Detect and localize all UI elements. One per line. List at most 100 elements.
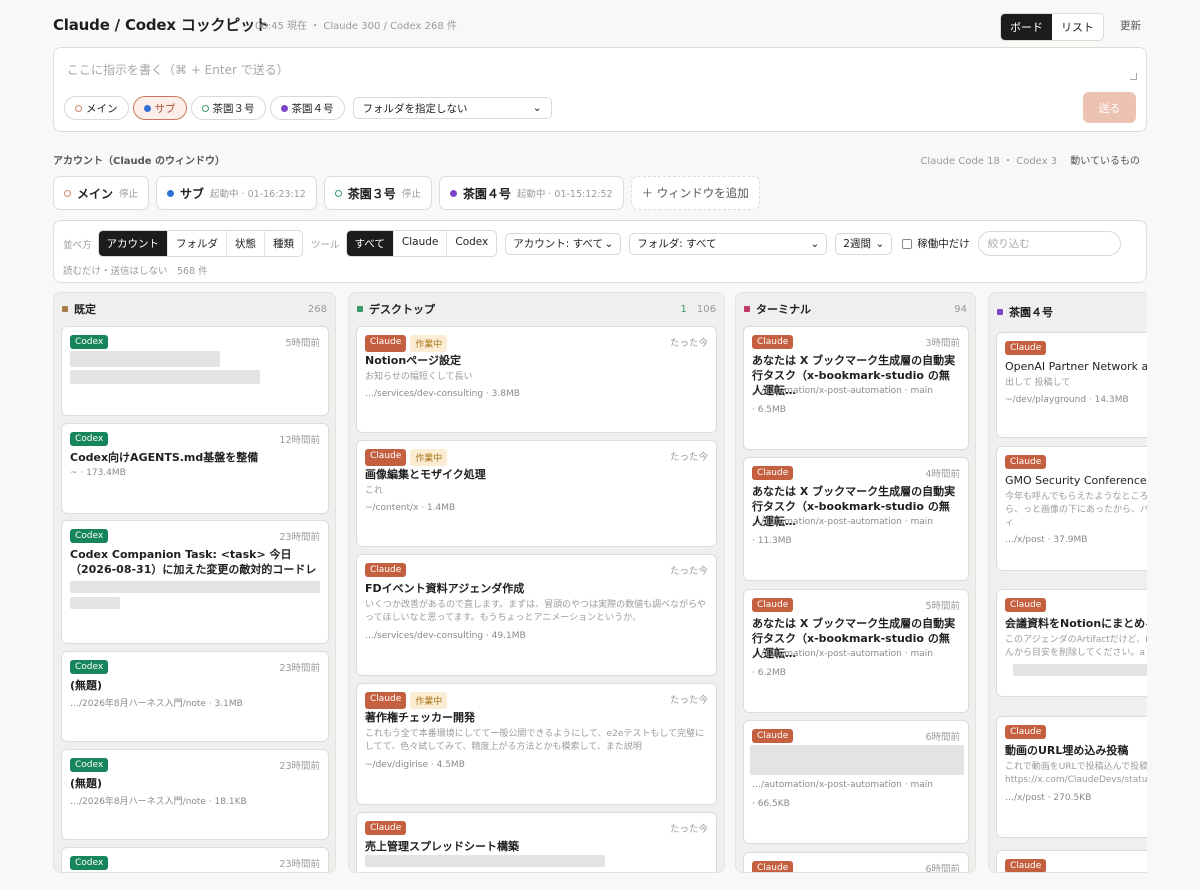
tool-claude[interactable]: Claude (394, 231, 448, 256)
card-meta: ~/dev/digirise · 4.5MB (365, 760, 465, 770)
dot-icon (143, 104, 151, 112)
checkbox-icon (902, 238, 913, 249)
column-count: 94 (954, 304, 967, 315)
session-card[interactable]: Claude 作業中 たった今 著作権チェッカー開発 これもう全て本番環境にしてて… (356, 683, 717, 805)
period-select[interactable]: 2週間 ⌄ (835, 232, 893, 255)
account-filter-select[interactable]: アカウント: すべて ⌄ (505, 232, 622, 255)
tool-label: ツール (311, 239, 340, 251)
board-column: 既定 268 Codex 5時間前 Codex 12時間前 Codex向けAGE… (53, 292, 336, 873)
folder-filter-select[interactable]: フォルダ: すべて ⌄ (629, 232, 828, 255)
accounts-label: アカウント（Claude のウィンドウ） (53, 156, 226, 167)
ring-dot-icon (201, 104, 209, 112)
view-board-button[interactable]: ボード (1001, 14, 1052, 40)
select-value: フォルダ: すべて (637, 238, 717, 250)
folder-select-value: フォルダを指定しない (362, 102, 468, 115)
card-title: 会議資料をNotionにまとめる (1005, 617, 1147, 630)
session-card[interactable]: Claude (996, 850, 1147, 872)
dot-icon (280, 104, 288, 112)
session-card[interactable]: Claude GMO Security Conference 今年も呼んでもらえ… (996, 446, 1147, 571)
session-card[interactable]: Codex 23時間前 (61, 847, 329, 872)
card-desc: 出して 投稿して (1005, 378, 1071, 388)
sort-folder[interactable]: フォルダ (168, 231, 228, 256)
session-card[interactable]: Claude 6時間前 …/automation/x-post-automati… (743, 720, 969, 844)
session-card[interactable]: Claude 4時間前 あなたは X ブックマーク生成層の自動実行タスク（x-b… (743, 457, 969, 581)
column-active-count: 1 (680, 303, 687, 315)
refresh-button[interactable]: 更新 (1120, 18, 1141, 33)
redacted-block (1013, 664, 1147, 676)
tool-codex[interactable]: Codex (447, 231, 496, 256)
session-card[interactable]: Codex 23時間前 Codex Companion Task: <task>… (61, 520, 329, 644)
column-name: 茶園４号 (1009, 306, 1053, 319)
session-card[interactable]: Claude たった今 売上管理スプレッドシート構築 (356, 812, 717, 872)
narrow-input[interactable]: 絞り込む (977, 231, 1121, 256)
session-card[interactable]: Claude 作業中 たった今 画像編集とモザイク処理 これ ~/content/… (356, 440, 717, 547)
column-count: 268 (308, 304, 327, 315)
tool-tag: Codex (70, 660, 109, 674)
tool-tag: Claude (365, 692, 407, 709)
chip-label: 茶園３号 (212, 102, 255, 115)
window-card-main[interactable]: メイン 停止 (53, 176, 150, 210)
window-card-sub[interactable]: サブ 起動中 · 01-16:23:12 (156, 176, 317, 210)
column-name: デスクトップ (369, 303, 435, 316)
card-meta: …/2026年8月ハーネス入門/note · 3.1MB (70, 699, 243, 709)
board-column: 茶園４号 Claude OpenAI Partner Network a 出して… (988, 292, 1147, 873)
sort-kind[interactable]: 種類 (265, 231, 302, 256)
card-size: · 6.2MB (752, 668, 786, 678)
add-window-button[interactable]: ＋ ウィンドウを追加 (630, 176, 760, 210)
folder-select[interactable]: フォルダを指定しない ⌄ (352, 97, 552, 119)
tool-tag: Claude (1005, 598, 1047, 612)
running-only-checkbox[interactable]: 稼働中だけ (902, 236, 970, 251)
session-card[interactable]: Claude 動画のURL埋め込み投稿 これで動画をURLで投稿込んで投稿 ht… (996, 716, 1147, 838)
card-time: 6時間前 (925, 732, 960, 743)
window-card-chaen3[interactable]: 茶園３号 停止 (323, 176, 432, 210)
account-chip-sub[interactable]: サブ (132, 96, 187, 120)
session-card[interactable]: Codex 23時間前 (無題) …/2026年8月ハーネス入門/note · … (61, 749, 329, 840)
session-card[interactable]: Claude OpenAI Partner Network a 出して 投稿して… (996, 332, 1147, 438)
card-time: 12時間前 (279, 435, 320, 446)
tool-all[interactable]: すべて (346, 231, 394, 256)
resize-handle-icon[interactable] (1130, 73, 1137, 80)
busy-badge: 作業中 (410, 449, 448, 466)
session-card[interactable]: Codex 5時間前 (61, 326, 329, 416)
view-list-button[interactable]: リスト (1052, 14, 1103, 40)
filter-bar: 並べ方 アカウント フォルダ 状態 種類 ツール すべて Claude Code… (53, 220, 1147, 283)
accounts-summary: Claude Code 18 ・ Codex 3 動いているもの (920, 152, 1140, 167)
account-chip-chaen4[interactable]: 茶園４号 (269, 96, 345, 120)
active-filter-link[interactable]: 動いているもの (1070, 156, 1140, 167)
card-meta: ~ · 173.4MB (70, 468, 126, 478)
column-header: ターミナル 94 (736, 293, 975, 325)
window-status: 起動中 · 01-15:12:52 (516, 189, 613, 200)
card-meta: …/automation/x-post-automation · main (752, 780, 933, 790)
card-desc: これ (365, 486, 384, 496)
redacted-block (70, 370, 260, 384)
session-card[interactable]: Claude 6時間前 (743, 852, 969, 872)
card-time: 3時間前 (925, 338, 960, 349)
column-header: 茶園４号 (989, 293, 1147, 331)
tool-tag: Claude (752, 466, 794, 480)
redacted-block (750, 745, 964, 775)
column-header: 既定 268 (54, 293, 335, 325)
session-card[interactable]: Codex 12時間前 Codex向けAGENTS.md基盤を整備 ~ · 17… (61, 423, 329, 514)
chevron-down-icon: ⌄ (875, 237, 885, 250)
session-card[interactable]: Claude たった今 FDイベント資料アジェンダ作成 いくつか改善があるので直… (356, 554, 717, 676)
session-card[interactable]: Codex 23時間前 (無題) …/2026年8月ハーネス入門/note · … (61, 651, 329, 742)
column-name: 既定 (74, 303, 96, 316)
session-card[interactable]: Claude 5時間前 あなたは X ブックマーク生成層の自動実行タスク（x-b… (743, 589, 969, 713)
card-time: たった今 (669, 452, 708, 463)
session-card[interactable]: Claude 3時間前 あなたは X ブックマーク生成層の自動実行タスク（x-b… (743, 326, 969, 450)
instruction-input[interactable]: ここに指示を書く（⌘ + Enter で送る） (67, 61, 289, 78)
tool-tag: Codex (70, 335, 109, 349)
send-button[interactable]: 送る (1083, 92, 1136, 123)
sort-state[interactable]: 状態 (227, 231, 266, 256)
tool-tag: Claude (365, 335, 407, 352)
window-card-chaen4[interactable]: 茶園４号 起動中 · 01-15:12:52 (438, 176, 624, 210)
session-card[interactable]: Claude 会議資料をNotionにまとめる このアジェンダのArtifact… (996, 589, 1147, 697)
card-desc: 今年も呼んでもらえたようなところから、っと画像の下にあったから、バラン ィ (1005, 492, 1147, 528)
card-meta: …/x/post · 37.9MB (1005, 535, 1088, 545)
account-chip-chaen3[interactable]: 茶園３号 (190, 96, 266, 120)
window-name: サブ (180, 186, 205, 201)
account-chip-main[interactable]: メイン (64, 96, 129, 120)
card-desc: これで動画をURLで投稿込んで投稿 https://x.com/ClaudeDe… (1005, 762, 1147, 785)
sort-account[interactable]: アカウント (98, 231, 169, 256)
session-card[interactable]: Claude 作業中 たった今 Notionページ設定 お知らせの幅短くして長い … (356, 326, 717, 433)
